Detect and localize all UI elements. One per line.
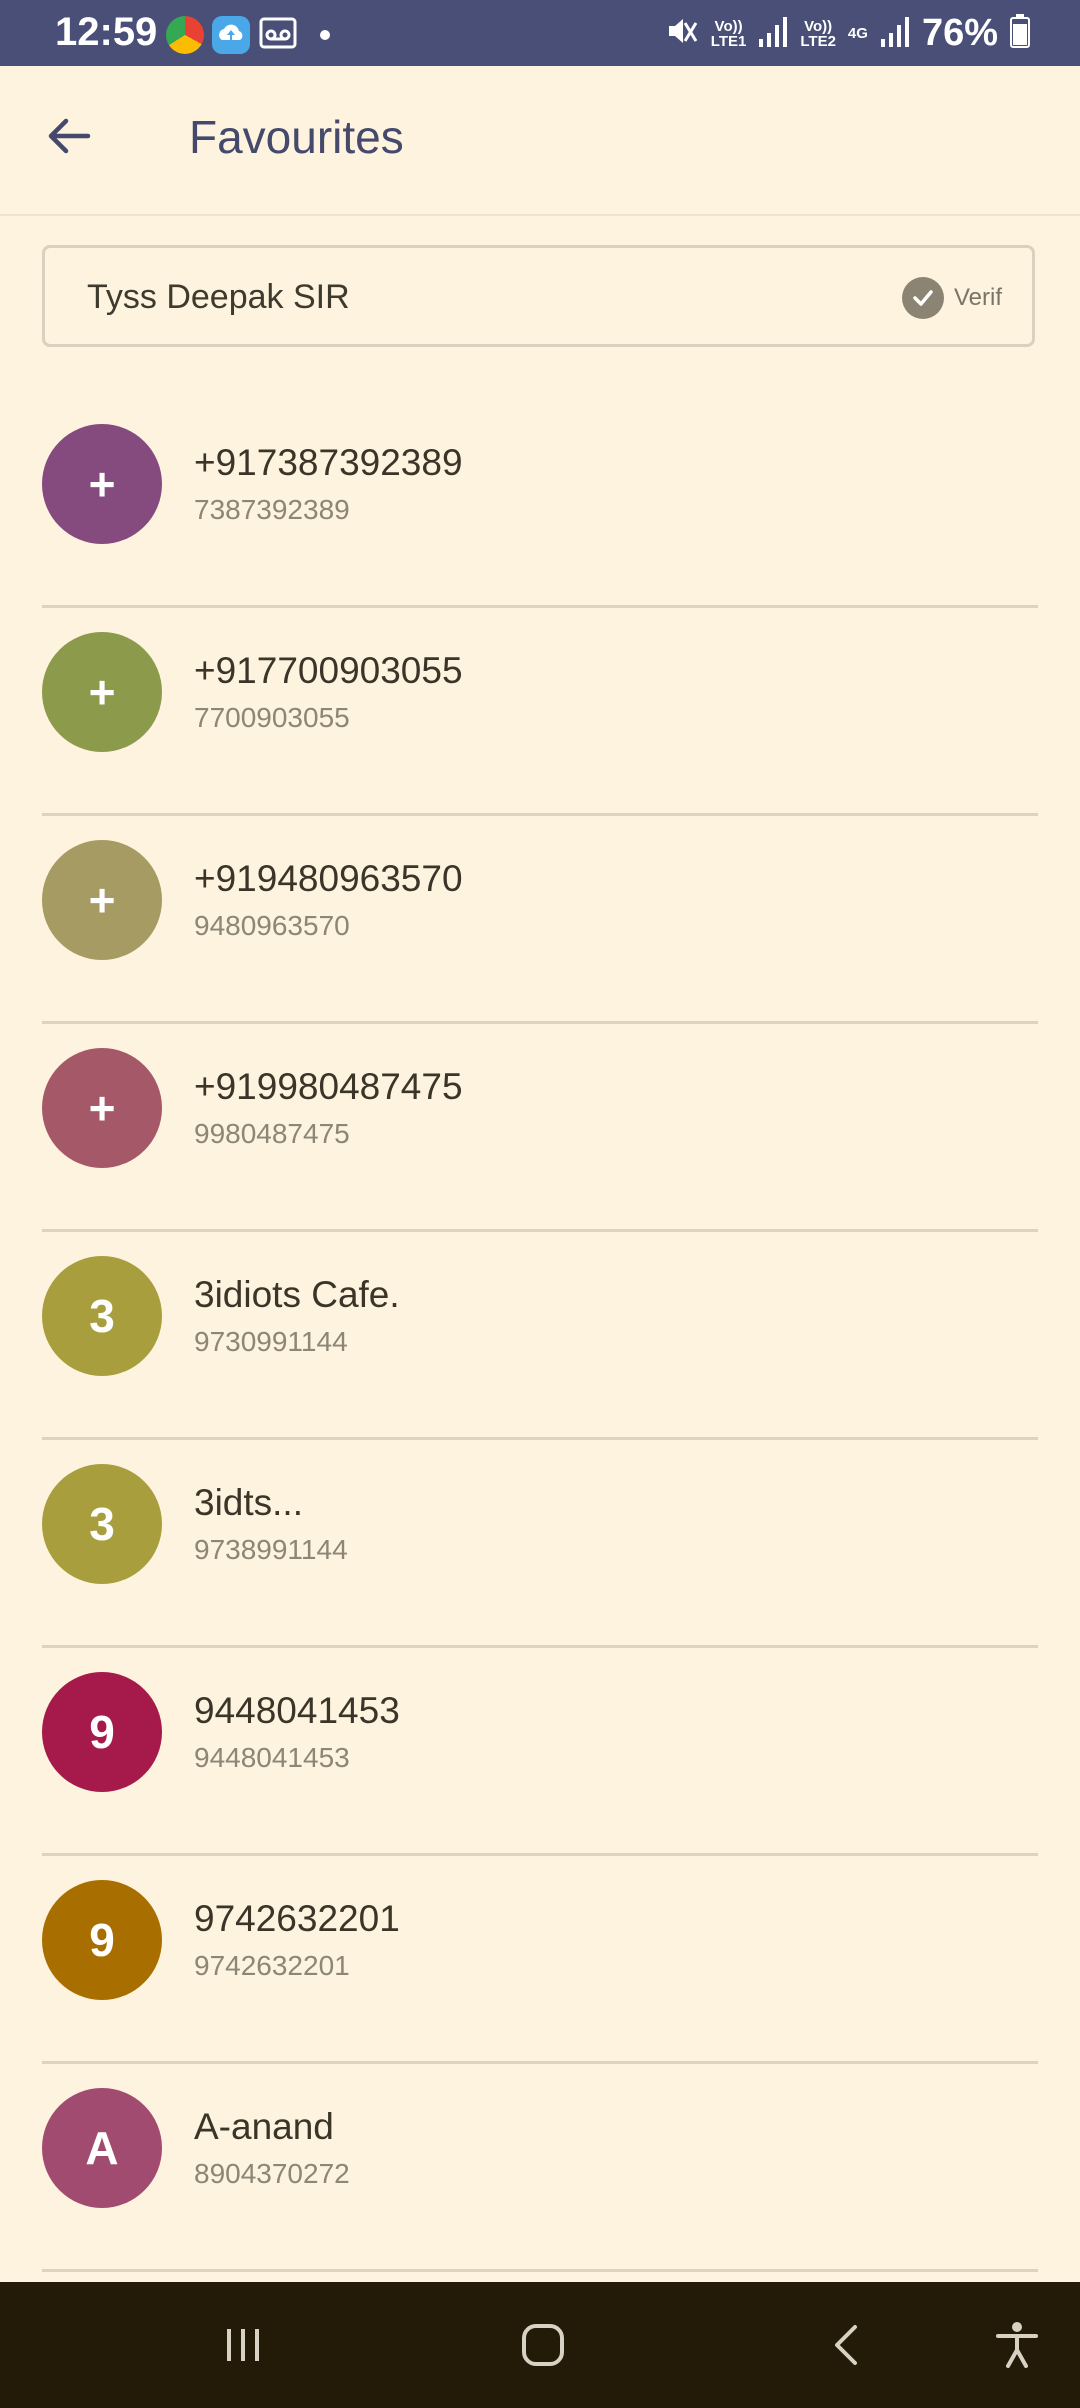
status-bar: 12:59 Vo)) LTE1 Vo)) LTE2 4G 76% [0,0,1080,66]
home-icon [520,2322,566,2373]
contact-name: 9448041453 [194,1690,400,1731]
contact-name: +919980487475 [194,1066,463,1107]
contact-number: 9480963570 [194,910,350,941]
contact-name: +919480963570 [194,858,463,899]
page-title: Favourites [189,111,404,163]
avatar: + [42,1048,162,1168]
contact-row[interactable]: + +919980487475 9980487475 [0,1024,1080,1232]
status-time: 12:59 [55,10,158,54]
contact-list: + +917387392389 7387392389 + +9177009030… [0,400,1080,2272]
contact-number: 7387392389 [194,494,350,525]
avatar: 9 [42,1880,162,2000]
contact-name: 9742632201 [194,1898,400,1939]
contact-row[interactable]: + +919480963570 9480963570 [0,816,1080,1024]
contact-name: 3idts... [194,1482,303,1523]
contact-number: 9980487475 [194,1118,350,1149]
voicemail-icon [258,16,298,55]
sim1-label: Vo)) LTE1 [711,19,747,49]
contact-number: 7700903055 [194,702,350,733]
avatar: + [42,424,162,544]
battery-percent: 76% [921,12,998,54]
home-button[interactable] [508,2312,578,2382]
contact-row[interactable]: 3 3idiots Cafe. 9730991144 [0,1232,1080,1440]
recents-button[interactable] [208,2312,278,2382]
accessibility-button[interactable] [982,2312,1052,2382]
mute-icon [663,13,699,54]
search-value: Tyss Deepak SIR [87,278,350,316]
avatar: A [42,2088,162,2208]
navigation-bar [0,2282,1080,2408]
contact-name: 3idiots Cafe. [194,1274,400,1315]
back-icon [825,2323,869,2372]
contact-row[interactable]: + +917387392389 7387392389 [0,400,1080,608]
back-nav-button[interactable] [812,2312,882,2382]
dot-icon [320,30,330,40]
verified-label: Verif [953,284,1002,311]
avatar: 9 [42,1672,162,1792]
signal-icon [880,15,910,52]
chrome-icon [166,16,204,54]
contact-number: 8904370272 [194,2158,350,2189]
verified-badge: Verif [901,277,1002,319]
contact-number: 9448041453 [194,1742,350,1773]
signal-icon [758,15,788,52]
contact-number: 9730991144 [194,1326,348,1357]
contact-row[interactable]: 9 9448041453 9448041453 [0,1648,1080,1856]
accessibility-icon [994,2320,1040,2375]
avatar: 3 [42,1464,162,1584]
battery-icon [1010,14,1030,53]
avatar: + [42,632,162,752]
contact-row[interactable]: 3 3idts... 9738991144 [0,1440,1080,1648]
contact-row[interactable]: A A-anand 8904370272 [0,2064,1080,2272]
contact-number: 9742632201 [194,1950,350,1981]
contact-row[interactable]: + +917700903055 7700903055 [0,608,1080,816]
sim1-label-bottom: LTE1 [710,32,747,50]
back-button[interactable] [36,106,100,170]
status-right-icons: Vo)) LTE1 Vo)) LTE2 4G 76% [663,12,1030,55]
check-circle-icon [901,277,944,319]
app-bar: Favourites [0,66,1080,216]
contact-name: +917700903055 [194,650,463,691]
contact-number: 9738991144 [194,1534,348,1565]
status-notification-icons [166,16,330,54]
network-type: 4G [847,25,868,42]
recents-icon [221,2323,265,2372]
sim2-label: Vo)) LTE2 [800,19,836,49]
avatar: 3 [42,1256,162,1376]
search-input[interactable]: Tyss Deepak SIR Verif [42,245,1035,347]
contact-name: A-anand [194,2106,334,2147]
contact-row[interactable]: 9 9742632201 9742632201 [0,1856,1080,2064]
arrow-left-icon [44,112,92,165]
sim2-label-bottom: LTE2 [800,32,836,50]
cloud-upload-icon [212,16,250,54]
contact-name: +917387392389 [194,442,463,483]
avatar: + [42,840,162,960]
